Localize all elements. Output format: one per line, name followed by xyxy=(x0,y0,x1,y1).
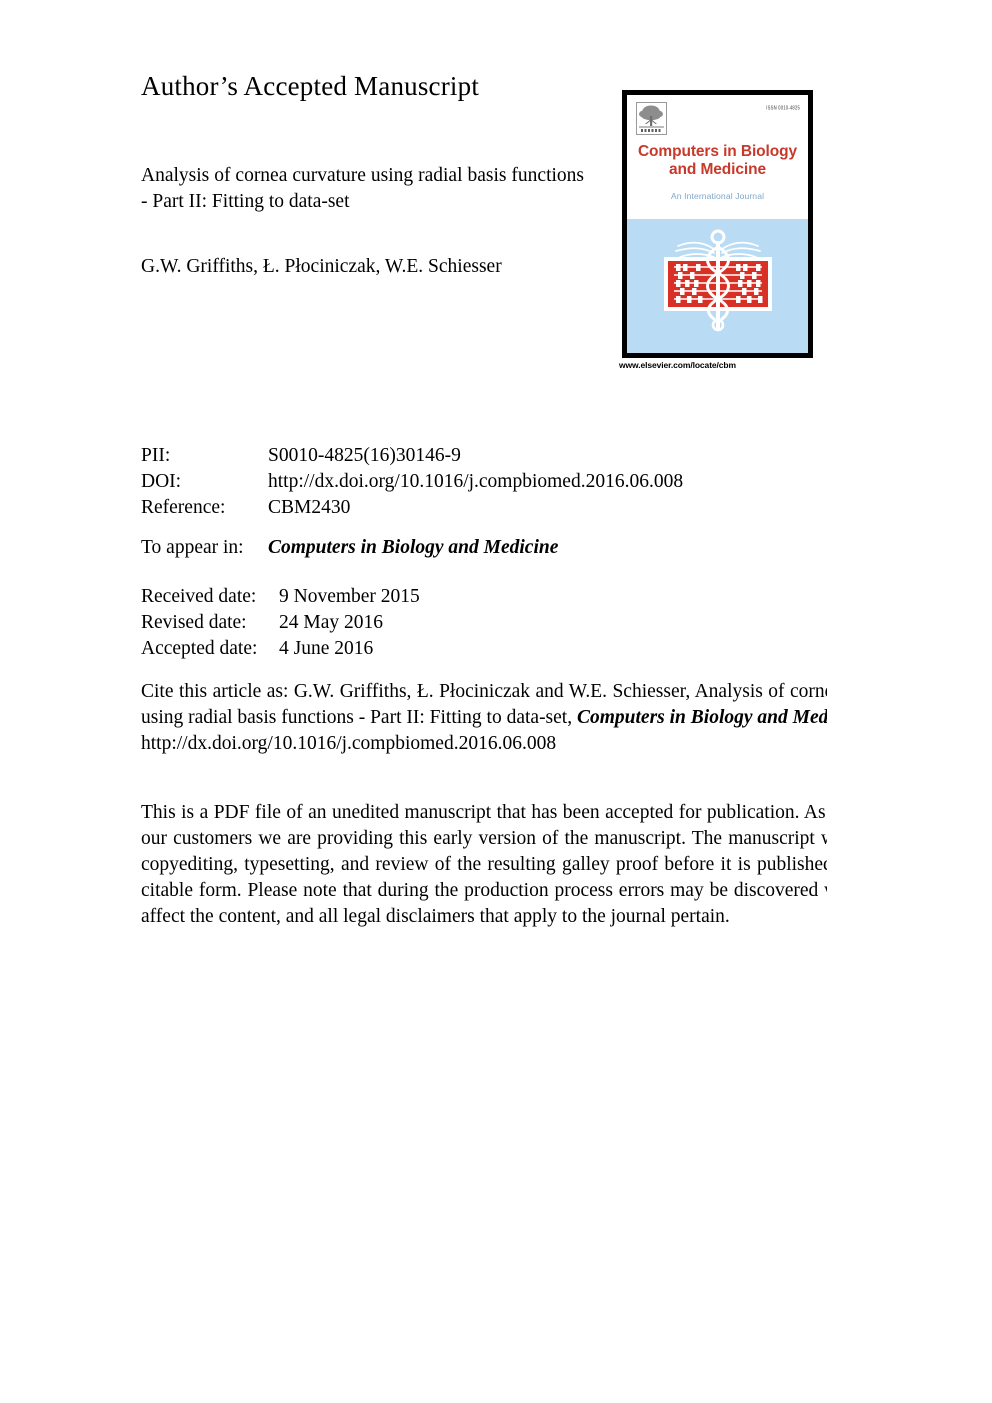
issn-text: ISSN 0010-4825 xyxy=(766,104,800,111)
elsevier-tree-logo xyxy=(636,102,667,135)
citation-journal: Computers in Biology and Medicine xyxy=(576,707,827,728)
disclaimer-text: This is a PDF file of an unedited manusc… xyxy=(141,802,827,927)
article-authors: G.W. Griffiths, Ł. Płociniczak, W.E. Sch… xyxy=(141,256,502,277)
metadata-row-doi: DOI: http://dx.doi.org/10.1016/j.compbio… xyxy=(141,469,683,495)
journal-cover-image: ISSN 0010-4825 Computers in Biology and … xyxy=(622,90,813,358)
cover-bottom-panel xyxy=(627,219,808,353)
cover-journal-url: www.elsevier.com/locate/cbm xyxy=(619,360,736,370)
metadata-row-reference: Reference: CBM2430 xyxy=(141,495,683,521)
citation-text: Cite this article as: G.W. Griffiths, Ł.… xyxy=(141,679,827,731)
publication-dates: Received date: 9 November 2015 Revised d… xyxy=(141,584,420,662)
disclaimer-block: This is a PDF file of an unedited manusc… xyxy=(141,800,827,930)
to-appear-in-row: To appear in: Computers in Biology and M… xyxy=(141,535,558,561)
publication-metadata: PII: S0010-4825(16)30146-9 DOI: http://d… xyxy=(141,443,683,521)
citation-doi[interactable]: http://dx.doi.org/10.1016/j.compbiomed.2… xyxy=(141,731,827,757)
cover-journal-subtitle: An International Journal xyxy=(670,191,765,201)
cover-title-line-1: Computers in Biology xyxy=(637,143,798,160)
cover-journal-title: Computers in Biology and Medicine xyxy=(627,143,808,179)
cover-top-panel: ISSN 0010-4825 Computers in Biology and … xyxy=(627,95,808,219)
citation-block: Cite this article as: G.W. Griffiths, Ł.… xyxy=(141,679,827,757)
accepted-date-value: 4 June 2016 xyxy=(279,638,374,659)
date-row-received: Received date: 9 November 2015 xyxy=(141,584,420,610)
caduceus-abacus-icon xyxy=(652,227,784,337)
doi-label: DOI: xyxy=(141,471,182,492)
date-row-accepted: Accepted date: 4 June 2016 xyxy=(141,636,420,662)
reference-label: Reference: xyxy=(141,497,226,518)
metadata-row-pii: PII: S0010-4825(16)30146-9 xyxy=(141,443,683,469)
pii-value: S0010-4825(16)30146-9 xyxy=(268,445,461,466)
revised-date-value: 24 May 2016 xyxy=(279,612,383,633)
received-date-label: Received date: xyxy=(141,586,257,607)
date-row-revised: Revised date: 24 May 2016 xyxy=(141,610,420,636)
pii-label: PII: xyxy=(141,445,171,466)
reference-value: CBM2430 xyxy=(268,497,351,518)
to-appear-journal: Computers in Biology and Medicine xyxy=(268,537,559,558)
received-date-value: 9 November 2015 xyxy=(279,586,420,607)
article-title: Analysis of cornea curvature using radia… xyxy=(141,165,584,212)
revised-date-label: Revised date: xyxy=(141,612,247,633)
manuscript-cover-page: Author’s Accepted Manuscript Analysis of… xyxy=(0,0,992,1403)
cover-title-line-2: and Medicine xyxy=(669,161,766,178)
accepted-manuscript-heading: Author’s Accepted Manuscript xyxy=(141,71,480,101)
accepted-date-label: Accepted date: xyxy=(141,638,258,659)
doi-value[interactable]: http://dx.doi.org/10.1016/j.compbiomed.2… xyxy=(268,469,683,495)
to-appear-label: To appear in: xyxy=(141,537,244,558)
